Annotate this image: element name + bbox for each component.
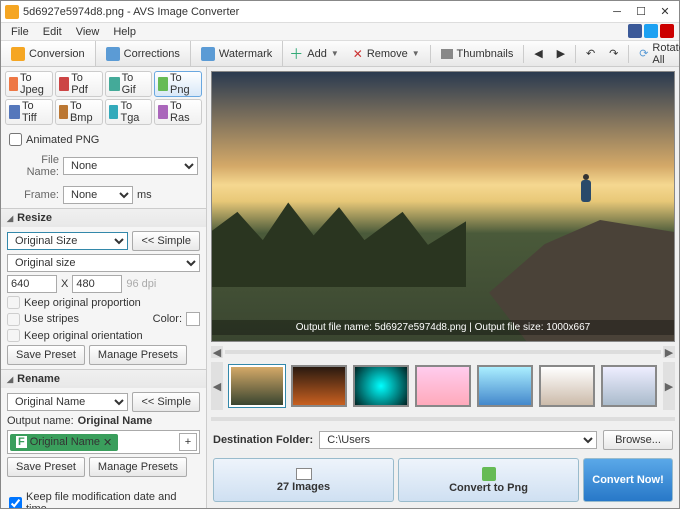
width-input[interactable] [7,275,57,293]
rename-simple-button[interactable]: << Simple [132,392,200,412]
rename-manage-presets-button[interactable]: Manage Presets [89,457,187,477]
thumbnail-0[interactable] [229,365,285,407]
thumb-next-button[interactable]: ▶ [663,362,675,410]
preview-info-label: Output file name: 5d6927e5974d8.png | Ou… [212,320,674,335]
window-title: 5d6927e5974d8.png - AVS Image Converter [23,6,611,18]
add-token-button[interactable]: + [179,433,197,451]
resize-size-select[interactable]: Original size [7,254,200,272]
prev-button[interactable]: ◀ [528,45,548,62]
thumbnail-6[interactable] [601,365,657,407]
app-icon [5,5,19,19]
preview-area: Output file name: 5d6927e5974d8.png | Ou… [211,71,675,342]
output-name-value: Original Name [78,415,153,427]
preview-scroll-right[interactable]: ▶ [663,346,675,358]
format-to-gif[interactable]: To Gif [105,71,153,97]
thumbnail-5[interactable] [539,365,595,407]
destination-select[interactable]: C:\Users [319,431,597,449]
preview-scroll-left[interactable]: ◀ [211,346,223,358]
rename-section-header[interactable]: ◢Rename [1,369,206,388]
rename-preset-select[interactable]: Original Name [7,393,128,411]
resize-simple-button[interactable]: << Simple [132,231,200,251]
corrections-icon [106,47,120,61]
animated-checkbox[interactable] [9,133,22,146]
tab-watermark[interactable]: Watermark [191,41,283,66]
frame-label: Frame: [9,189,59,201]
format-to-png[interactable]: To Png [154,71,202,97]
resize-preset-select[interactable]: Original Size [7,232,128,250]
watermark-icon [201,47,215,61]
thumbnail-1[interactable] [291,365,347,407]
thumbnails-button[interactable]: Thumbnails [435,46,520,62]
dpi-label: 96 dpi [126,278,156,290]
format-icon [9,105,20,119]
minimize-button[interactable]: ─ [611,6,623,18]
filename-label: File Name: [9,154,59,178]
format-to-tiff[interactable]: To Tiff [5,99,53,125]
remove-button[interactable]: ✕Remove▼ [347,45,426,63]
thumb-scrollbar[interactable] [211,417,675,421]
image-count-panel: 27 Images [213,458,394,502]
maximize-button[interactable]: ☐ [635,6,647,18]
rotate-left-button[interactable]: ↶ [580,45,601,62]
keep-proportion-checkbox [7,296,20,309]
browse-button[interactable]: Browse... [603,430,673,450]
convert-now-button[interactable]: Convert Now! [583,458,673,502]
convert-target-panel: Convert to Png [398,458,579,502]
facebook-icon[interactable] [628,24,642,38]
output-name-label: Output name: [7,415,74,427]
add-button[interactable]: ＋Add▼ [283,42,345,66]
stripes-checkbox [7,313,20,326]
keep-modification-checkbox[interactable] [9,497,22,509]
tab-corrections[interactable]: Corrections [96,41,191,66]
format-to-tga[interactable]: To Tga [105,99,153,125]
tab-conversion[interactable]: Conversion [1,41,96,66]
format-icon [9,77,18,91]
resize-manage-presets-button[interactable]: Manage Presets [89,345,187,365]
menu-file[interactable]: File [5,25,35,39]
png-icon [482,467,496,481]
format-icon [59,77,69,91]
format-icon [109,77,120,91]
thumbnail-4[interactable] [477,365,533,407]
resize-section-header[interactable]: ◢Resize [1,208,206,227]
preview-scrollbar[interactable] [225,350,661,354]
thumbnails-icon [441,49,453,59]
format-icon [158,105,168,119]
format-icon [109,105,119,119]
menu-view[interactable]: View [70,25,106,39]
conversion-icon [11,47,25,61]
frame-unit: ms [137,189,152,201]
format-to-ras[interactable]: To Ras [154,99,202,125]
keep-orientation-checkbox [7,329,20,342]
frame-select[interactable]: None [63,186,133,204]
format-icon [158,77,168,91]
rename-token[interactable]: FOriginal Name✕ [10,434,118,451]
color-swatch[interactable] [186,312,200,326]
menu-bar: File Edit View Help [1,23,679,41]
resize-save-preset-button: Save Preset [7,345,85,365]
rename-save-preset-button: Save Preset [7,457,85,477]
twitter-icon[interactable] [644,24,658,38]
format-to-pdf[interactable]: To Pdf [55,71,103,97]
rotate-right-button[interactable]: ↷ [603,45,624,62]
destination-label: Destination Folder: [213,434,313,446]
close-button[interactable]: ✕ [659,6,671,18]
next-button[interactable]: ▶ [551,45,571,62]
filename-select[interactable]: None [63,157,198,175]
menu-help[interactable]: Help [107,25,142,39]
rotate-all-button[interactable]: ⟳Rotate All▼ [633,40,680,68]
format-to-bmp[interactable]: To Bmp [55,99,103,125]
images-icon [296,468,312,480]
thumbnail-3[interactable] [415,365,471,407]
thumbnail-2[interactable] [353,365,409,407]
animated-label: Animated PNG [26,134,99,146]
keep-modification-label: Keep file modification date and time [26,491,198,508]
format-to-jpeg[interactable]: To Jpeg [5,71,53,97]
format-icon [59,105,68,119]
thumb-prev-button[interactable]: ◀ [211,362,223,410]
menu-edit[interactable]: Edit [37,25,68,39]
height-input[interactable] [72,275,122,293]
youtube-icon[interactable] [660,24,674,38]
